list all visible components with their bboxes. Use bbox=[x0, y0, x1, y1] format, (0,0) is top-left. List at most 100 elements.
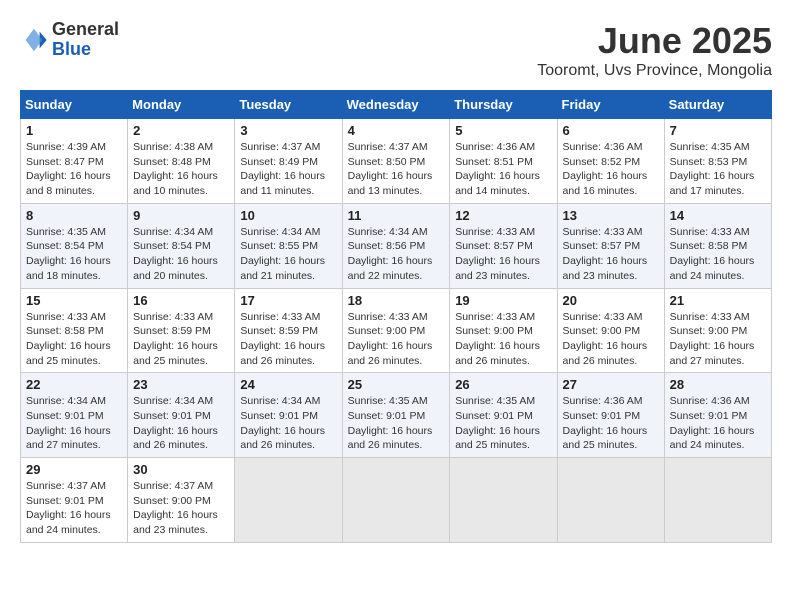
day-number: 24 bbox=[240, 377, 336, 392]
day-detail: Sunrise: 4:33 AM Sunset: 8:58 PM Dayligh… bbox=[26, 310, 122, 369]
day-detail: Sunrise: 4:37 AM Sunset: 8:49 PM Dayligh… bbox=[240, 140, 336, 199]
day-cell: 5 Sunrise: 4:36 AM Sunset: 8:51 PM Dayli… bbox=[450, 119, 557, 204]
day-cell: 24 Sunrise: 4:34 AM Sunset: 9:01 PM Dayl… bbox=[235, 373, 342, 458]
day-detail: Sunrise: 4:35 AM Sunset: 9:01 PM Dayligh… bbox=[455, 394, 551, 453]
col-monday: Monday bbox=[128, 91, 235, 119]
empty-cell bbox=[342, 458, 450, 543]
day-detail: Sunrise: 4:36 AM Sunset: 9:01 PM Dayligh… bbox=[563, 394, 659, 453]
day-detail: Sunrise: 4:33 AM Sunset: 9:00 PM Dayligh… bbox=[455, 310, 551, 369]
day-detail: Sunrise: 4:33 AM Sunset: 8:58 PM Dayligh… bbox=[670, 225, 766, 284]
day-cell: 16 Sunrise: 4:33 AM Sunset: 8:59 PM Dayl… bbox=[128, 288, 235, 373]
subtitle: Tooromt, Uvs Province, Mongolia bbox=[537, 62, 772, 80]
day-cell: 14 Sunrise: 4:33 AM Sunset: 8:58 PM Dayl… bbox=[664, 203, 771, 288]
day-number: 15 bbox=[26, 293, 122, 308]
day-detail: Sunrise: 4:37 AM Sunset: 9:00 PM Dayligh… bbox=[133, 479, 229, 538]
day-detail: Sunrise: 4:36 AM Sunset: 8:52 PM Dayligh… bbox=[563, 140, 659, 199]
empty-cell bbox=[450, 458, 557, 543]
day-cell: 19 Sunrise: 4:33 AM Sunset: 9:00 PM Dayl… bbox=[450, 288, 557, 373]
day-detail: Sunrise: 4:35 AM Sunset: 9:01 PM Dayligh… bbox=[348, 394, 445, 453]
day-number: 16 bbox=[133, 293, 229, 308]
day-number: 18 bbox=[348, 293, 445, 308]
day-cell: 28 Sunrise: 4:36 AM Sunset: 9:01 PM Dayl… bbox=[664, 373, 771, 458]
day-number: 27 bbox=[563, 377, 659, 392]
col-sunday: Sunday bbox=[21, 91, 128, 119]
calendar-week-row: 8 Sunrise: 4:35 AM Sunset: 8:54 PM Dayli… bbox=[21, 203, 772, 288]
day-number: 14 bbox=[670, 208, 766, 223]
day-number: 5 bbox=[455, 123, 551, 138]
day-number: 12 bbox=[455, 208, 551, 223]
day-cell: 26 Sunrise: 4:35 AM Sunset: 9:01 PM Dayl… bbox=[450, 373, 557, 458]
calendar-header-row: Sunday Monday Tuesday Wednesday Thursday… bbox=[21, 91, 772, 119]
day-number: 7 bbox=[670, 123, 766, 138]
day-number: 1 bbox=[26, 123, 122, 138]
day-detail: Sunrise: 4:39 AM Sunset: 8:47 PM Dayligh… bbox=[26, 140, 122, 199]
main-title: June 2025 bbox=[537, 20, 772, 62]
day-cell: 23 Sunrise: 4:34 AM Sunset: 9:01 PM Dayl… bbox=[128, 373, 235, 458]
day-detail: Sunrise: 4:35 AM Sunset: 8:54 PM Dayligh… bbox=[26, 225, 122, 284]
day-cell: 8 Sunrise: 4:35 AM Sunset: 8:54 PM Dayli… bbox=[21, 203, 128, 288]
day-cell: 9 Sunrise: 4:34 AM Sunset: 8:54 PM Dayli… bbox=[128, 203, 235, 288]
day-detail: Sunrise: 4:33 AM Sunset: 9:00 PM Dayligh… bbox=[563, 310, 659, 369]
day-number: 9 bbox=[133, 208, 229, 223]
day-detail: Sunrise: 4:36 AM Sunset: 8:51 PM Dayligh… bbox=[455, 140, 551, 199]
day-detail: Sunrise: 4:33 AM Sunset: 8:59 PM Dayligh… bbox=[133, 310, 229, 369]
day-detail: Sunrise: 4:34 AM Sunset: 8:55 PM Dayligh… bbox=[240, 225, 336, 284]
day-detail: Sunrise: 4:34 AM Sunset: 8:56 PM Dayligh… bbox=[348, 225, 445, 284]
day-number: 19 bbox=[455, 293, 551, 308]
day-cell: 17 Sunrise: 4:33 AM Sunset: 8:59 PM Dayl… bbox=[235, 288, 342, 373]
day-detail: Sunrise: 4:33 AM Sunset: 8:59 PM Dayligh… bbox=[240, 310, 336, 369]
day-number: 29 bbox=[26, 462, 122, 477]
day-number: 25 bbox=[348, 377, 445, 392]
logo-text: General Blue bbox=[52, 20, 119, 60]
day-number: 13 bbox=[563, 208, 659, 223]
day-number: 26 bbox=[455, 377, 551, 392]
logo-general: General bbox=[52, 19, 119, 39]
day-number: 2 bbox=[133, 123, 229, 138]
day-cell: 2 Sunrise: 4:38 AM Sunset: 8:48 PM Dayli… bbox=[128, 119, 235, 204]
day-cell: 12 Sunrise: 4:33 AM Sunset: 8:57 PM Dayl… bbox=[450, 203, 557, 288]
day-detail: Sunrise: 4:34 AM Sunset: 8:54 PM Dayligh… bbox=[133, 225, 229, 284]
logo: General Blue bbox=[20, 20, 119, 60]
day-cell: 10 Sunrise: 4:34 AM Sunset: 8:55 PM Dayl… bbox=[235, 203, 342, 288]
day-detail: Sunrise: 4:34 AM Sunset: 9:01 PM Dayligh… bbox=[240, 394, 336, 453]
day-cell: 7 Sunrise: 4:35 AM Sunset: 8:53 PM Dayli… bbox=[664, 119, 771, 204]
day-number: 22 bbox=[26, 377, 122, 392]
day-detail: Sunrise: 4:33 AM Sunset: 8:57 PM Dayligh… bbox=[563, 225, 659, 284]
day-detail: Sunrise: 4:38 AM Sunset: 8:48 PM Dayligh… bbox=[133, 140, 229, 199]
day-number: 11 bbox=[348, 208, 445, 223]
col-friday: Friday bbox=[557, 91, 664, 119]
col-thursday: Thursday bbox=[450, 91, 557, 119]
day-cell: 15 Sunrise: 4:33 AM Sunset: 8:58 PM Dayl… bbox=[21, 288, 128, 373]
day-cell: 20 Sunrise: 4:33 AM Sunset: 9:00 PM Dayl… bbox=[557, 288, 664, 373]
day-number: 23 bbox=[133, 377, 229, 392]
day-number: 21 bbox=[670, 293, 766, 308]
empty-cell bbox=[664, 458, 771, 543]
day-cell: 3 Sunrise: 4:37 AM Sunset: 8:49 PM Dayli… bbox=[235, 119, 342, 204]
day-cell: 18 Sunrise: 4:33 AM Sunset: 9:00 PM Dayl… bbox=[342, 288, 450, 373]
day-cell: 1 Sunrise: 4:39 AM Sunset: 8:47 PM Dayli… bbox=[21, 119, 128, 204]
title-area: June 2025 Tooromt, Uvs Province, Mongoli… bbox=[537, 20, 772, 80]
day-cell: 27 Sunrise: 4:36 AM Sunset: 9:01 PM Dayl… bbox=[557, 373, 664, 458]
day-detail: Sunrise: 4:33 AM Sunset: 9:00 PM Dayligh… bbox=[348, 310, 445, 369]
calendar-week-row: 29 Sunrise: 4:37 AM Sunset: 9:01 PM Dayl… bbox=[21, 458, 772, 543]
empty-cell bbox=[557, 458, 664, 543]
day-number: 30 bbox=[133, 462, 229, 477]
logo-icon bbox=[20, 26, 48, 54]
day-cell: 21 Sunrise: 4:33 AM Sunset: 9:00 PM Dayl… bbox=[664, 288, 771, 373]
day-cell: 11 Sunrise: 4:34 AM Sunset: 8:56 PM Dayl… bbox=[342, 203, 450, 288]
day-detail: Sunrise: 4:35 AM Sunset: 8:53 PM Dayligh… bbox=[670, 140, 766, 199]
calendar-week-row: 22 Sunrise: 4:34 AM Sunset: 9:01 PM Dayl… bbox=[21, 373, 772, 458]
day-number: 4 bbox=[348, 123, 445, 138]
day-cell: 25 Sunrise: 4:35 AM Sunset: 9:01 PM Dayl… bbox=[342, 373, 450, 458]
day-cell: 29 Sunrise: 4:37 AM Sunset: 9:01 PM Dayl… bbox=[21, 458, 128, 543]
calendar-week-row: 1 Sunrise: 4:39 AM Sunset: 8:47 PM Dayli… bbox=[21, 119, 772, 204]
day-detail: Sunrise: 4:37 AM Sunset: 9:01 PM Dayligh… bbox=[26, 479, 122, 538]
day-detail: Sunrise: 4:33 AM Sunset: 8:57 PM Dayligh… bbox=[455, 225, 551, 284]
day-number: 8 bbox=[26, 208, 122, 223]
day-detail: Sunrise: 4:34 AM Sunset: 9:01 PM Dayligh… bbox=[26, 394, 122, 453]
col-tuesday: Tuesday bbox=[235, 91, 342, 119]
day-detail: Sunrise: 4:37 AM Sunset: 8:50 PM Dayligh… bbox=[348, 140, 445, 199]
day-cell: 13 Sunrise: 4:33 AM Sunset: 8:57 PM Dayl… bbox=[557, 203, 664, 288]
day-cell: 22 Sunrise: 4:34 AM Sunset: 9:01 PM Dayl… bbox=[21, 373, 128, 458]
day-number: 17 bbox=[240, 293, 336, 308]
